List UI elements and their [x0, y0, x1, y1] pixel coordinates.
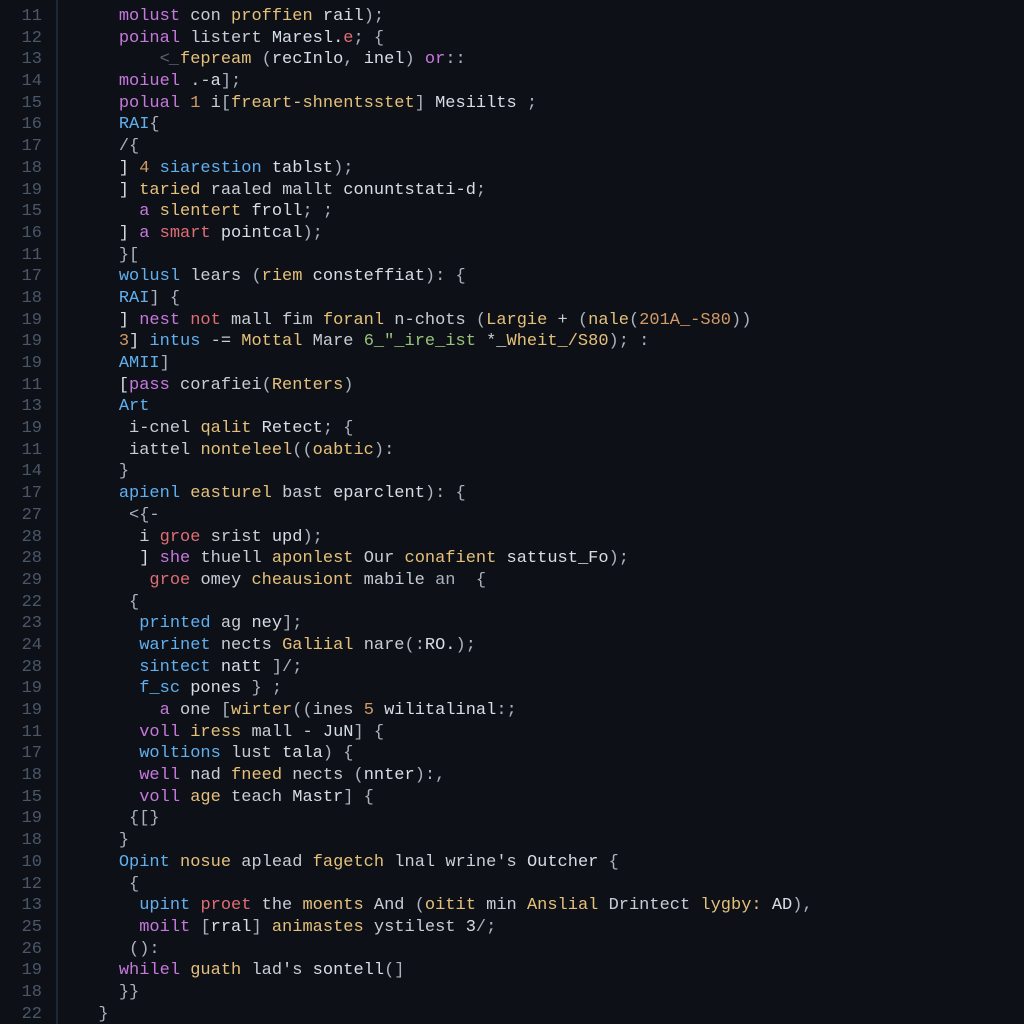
code-line[interactable]: apienl easturel bast eparclent): { — [78, 483, 1024, 505]
code-line[interactable]: sintect natt ]/; — [78, 657, 1024, 679]
line-number: 11 — [0, 6, 42, 28]
code-area[interactable]: molust con proffien rail); poinal lister… — [58, 0, 1024, 1024]
line-number: 12 — [0, 28, 42, 50]
code-line[interactable]: a slentert froll; ; — [78, 201, 1024, 223]
line-number: 19 — [0, 353, 42, 375]
line-number: 28 — [0, 657, 42, 679]
code-line[interactable]: groe omey cheausiont mabile an { — [78, 570, 1024, 592]
code-line[interactable]: f_sc pones } ; — [78, 678, 1024, 700]
line-number: 18 — [0, 765, 42, 787]
code-line[interactable]: iattel nonteleel((oabtic): — [78, 440, 1024, 462]
code-line[interactable]: i-cnel qalit Retect; { — [78, 418, 1024, 440]
code-editor: 1112131415161718191516111718191919111319… — [0, 0, 1024, 1024]
code-line[interactable]: i groe srist upd); — [78, 527, 1024, 549]
line-number: 19 — [0, 310, 42, 332]
code-line[interactable]: /{ — [78, 136, 1024, 158]
line-number: 25 — [0, 917, 42, 939]
code-line[interactable]: <{- — [78, 505, 1024, 527]
line-number: 11 — [0, 722, 42, 744]
line-number: 17 — [0, 483, 42, 505]
code-line[interactable]: (): — [78, 939, 1024, 961]
code-line[interactable]: RAI] { — [78, 288, 1024, 310]
line-number: 19 — [0, 960, 42, 982]
line-number: 18 — [0, 830, 42, 852]
line-number: 29 — [0, 570, 42, 592]
code-line[interactable]: <_fepream (recInlo, inel) or:: — [78, 49, 1024, 71]
line-number: 22 — [0, 592, 42, 614]
code-line[interactable]: } — [78, 830, 1024, 852]
code-line[interactable]: Art — [78, 396, 1024, 418]
line-number: 14 — [0, 461, 42, 483]
line-number: 26 — [0, 939, 42, 961]
code-line[interactable]: ] taried raaled mallt conuntstati-d; — [78, 180, 1024, 202]
code-line[interactable]: well nad fneed nects (nnter):, — [78, 765, 1024, 787]
line-number: 11 — [0, 375, 42, 397]
line-number: 17 — [0, 743, 42, 765]
line-number: 19 — [0, 180, 42, 202]
code-line[interactable]: printed ag ney]; — [78, 613, 1024, 635]
code-line[interactable]: voll age teach Mastr] { — [78, 787, 1024, 809]
code-line[interactable]: { — [78, 874, 1024, 896]
line-number: 15 — [0, 93, 42, 115]
line-number: 22 — [0, 1004, 42, 1024]
line-number: 11 — [0, 245, 42, 267]
code-line[interactable]: [pass corafiei(Renters) — [78, 375, 1024, 397]
code-line[interactable]: ] she thuell aponlest Our conafient satt… — [78, 548, 1024, 570]
line-number: 17 — [0, 136, 42, 158]
line-number: 19 — [0, 678, 42, 700]
line-number: 19 — [0, 808, 42, 830]
line-number: 28 — [0, 548, 42, 570]
code-line[interactable]: moilt [rral] animastes ystilest 3/; — [78, 917, 1024, 939]
code-line[interactable]: } — [78, 1004, 1024, 1024]
code-line[interactable]: poinal listert Maresl.e; { — [78, 28, 1024, 50]
line-number: 28 — [0, 527, 42, 549]
code-line[interactable]: } — [78, 461, 1024, 483]
code-line[interactable]: woltions lust tala) { — [78, 743, 1024, 765]
line-number: 19 — [0, 331, 42, 353]
code-line[interactable]: { — [78, 592, 1024, 614]
line-number: 13 — [0, 49, 42, 71]
line-number: 12 — [0, 874, 42, 896]
line-number-gutter: 1112131415161718191516111718191919111319… — [0, 0, 58, 1024]
code-line[interactable]: AMII] — [78, 353, 1024, 375]
line-number: 16 — [0, 223, 42, 245]
code-line[interactable]: Opint nosue aplead fagetch lnal wrine's … — [78, 852, 1024, 874]
code-line[interactable]: polual 1 i[freart-shnentsstet] Mesiilts … — [78, 93, 1024, 115]
line-number: 18 — [0, 982, 42, 1004]
code-line[interactable]: ] 4 siarestion tablst); — [78, 158, 1024, 180]
line-number: 19 — [0, 418, 42, 440]
line-number: 13 — [0, 895, 42, 917]
line-number: 11 — [0, 440, 42, 462]
line-number: 10 — [0, 852, 42, 874]
code-line[interactable]: }[ — [78, 245, 1024, 267]
code-line[interactable]: ] nest not mall fim foranl n-chots (Larg… — [78, 310, 1024, 332]
line-number: 13 — [0, 396, 42, 418]
code-line[interactable]: whilel guath lad's sontell(] — [78, 960, 1024, 982]
line-number: 23 — [0, 613, 42, 635]
code-line[interactable]: moiuel .-a]; — [78, 71, 1024, 93]
line-number: 27 — [0, 505, 42, 527]
code-line[interactable]: wolusl lears (riem consteffiat): { — [78, 266, 1024, 288]
line-number: 24 — [0, 635, 42, 657]
line-number: 17 — [0, 266, 42, 288]
code-line[interactable]: voll iress mall - JuN] { — [78, 722, 1024, 744]
code-line[interactable]: warinet nects Galiial nare(:RO.); — [78, 635, 1024, 657]
line-number: 18 — [0, 158, 42, 180]
line-number: 19 — [0, 700, 42, 722]
line-number: 18 — [0, 288, 42, 310]
line-number: 15 — [0, 787, 42, 809]
line-number: 16 — [0, 114, 42, 136]
code-line[interactable]: RAI{ — [78, 114, 1024, 136]
code-line[interactable]: }} — [78, 982, 1024, 1004]
line-number: 14 — [0, 71, 42, 93]
code-line[interactable]: {[} — [78, 808, 1024, 830]
code-line[interactable]: upint proet the moents And (oitit min An… — [78, 895, 1024, 917]
code-line[interactable]: a one [wirter((ines 5 wilitalinal:; — [78, 700, 1024, 722]
code-line[interactable]: ] a smart pointcal); — [78, 223, 1024, 245]
line-number: 15 — [0, 201, 42, 223]
code-line[interactable]: 3] intus -= Mottal Mare 6_"_ire_ist *_Wh… — [78, 331, 1024, 353]
code-line[interactable]: molust con proffien rail); — [78, 6, 1024, 28]
